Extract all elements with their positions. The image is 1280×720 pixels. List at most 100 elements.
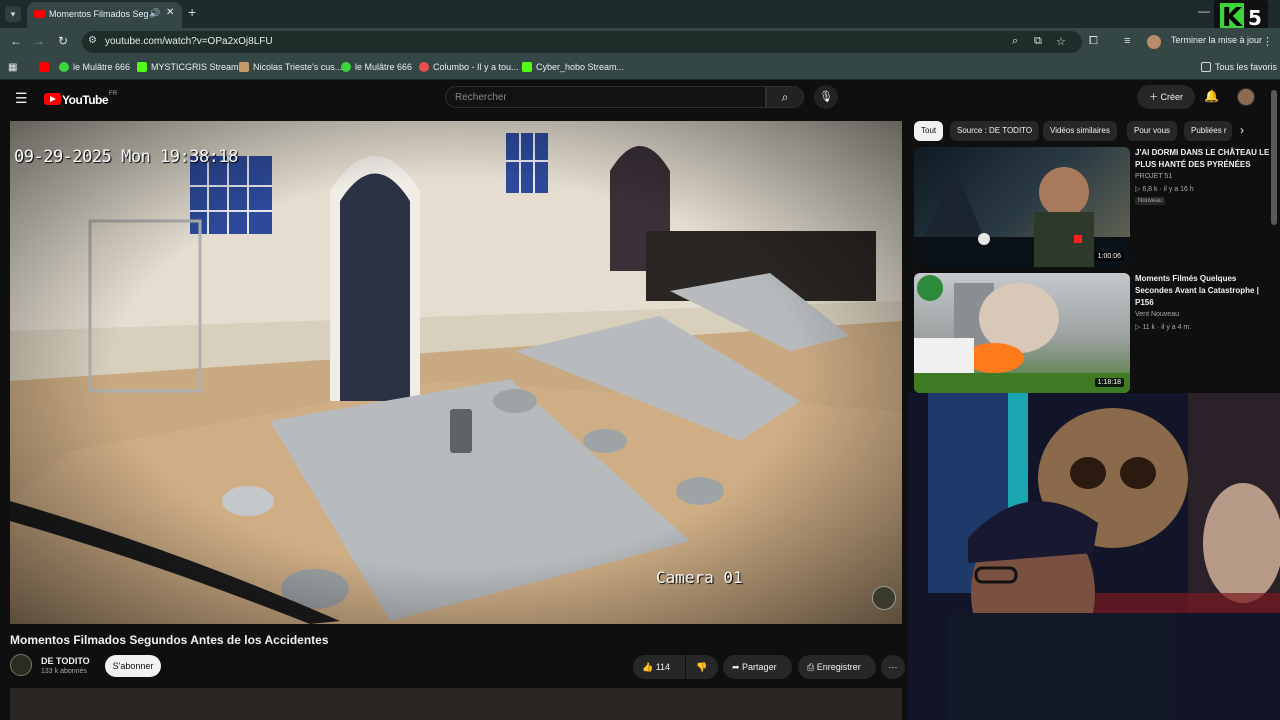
zoom-icon[interactable]: ⌕ [1012, 35, 1018, 48]
site-info-icon[interactable]: ⚙ [88, 35, 97, 46]
browser-profile-avatar[interactable] [1147, 35, 1161, 49]
chip-source[interactable]: Source : DE TODITO [950, 121, 1040, 141]
video-title: Momentos Filmados Segundos Antes de los … [10, 633, 329, 647]
green-play-icon [341, 62, 351, 72]
like-count: 114 [655, 662, 671, 672]
green-play-icon [59, 62, 69, 72]
voice-search-button[interactable]: 🎙 [814, 85, 838, 109]
bookmark-item[interactable]: Nicolas Trieste's cus... [239, 62, 342, 72]
kick-icon [137, 62, 147, 72]
search-input[interactable]: Rechercher [445, 86, 766, 108]
extensions-icon[interactable]: ⧠ [1089, 35, 1098, 48]
browser-tab-active[interactable]: Momentos Filmados Segun 🔊 ✕ [27, 2, 182, 28]
bookmark-item[interactable]: Cyber_hobo Stream... [522, 62, 624, 72]
country-code: FR [109, 91, 118, 97]
close-tab-icon[interactable]: ✕ [166, 7, 174, 18]
create-button[interactable]: ＋ Créer [1137, 85, 1195, 109]
browser-tab-bar: ▾ Momentos Filmados Segun 🔊 ✕ + — [0, 0, 1280, 28]
kick-logo-number: 5 [1248, 6, 1262, 30]
youtube-play-icon [44, 93, 61, 105]
bookmarks-bar: ▦ le Mulâtre 666 MYSTICGRIS Stream... Ni… [0, 55, 1280, 80]
bookmark-item[interactable]: le Mulâtre 666 [59, 62, 130, 72]
apps-grid-icon[interactable]: ▦ [8, 62, 17, 73]
browser-menu-icon[interactable]: ⋮ [1262, 35, 1273, 48]
cctv-timestamp: 09-29-2025 Mon 19:38:18 [14, 147, 238, 167]
search-button[interactable]: ⌕ [766, 86, 804, 108]
bookmark-item[interactable]: MYSTICGRIS Stream... [137, 62, 246, 72]
chip-for-you[interactable]: Pour vous [1127, 121, 1178, 141]
kick-icon [522, 62, 532, 72]
audio-playing-icon[interactable]: 🔊 [149, 8, 160, 19]
save-button[interactable]: ⎙ Enregistrer [798, 655, 876, 679]
chevron-right-icon[interactable]: › [1240, 123, 1244, 137]
bookmark-youtube[interactable] [39, 62, 53, 72]
youtube-favicon-icon [34, 10, 45, 18]
like-button[interactable]: 👍 114 [633, 655, 685, 679]
recommendation-thumbnail[interactable]: 1:00:06 [914, 147, 1130, 267]
bookmark-label: le Mulâtre 666 [355, 62, 413, 72]
minimize-window-icon[interactable]: — [1198, 4, 1210, 18]
search-icon: ⌕ [781, 90, 789, 104]
youtube-logo[interactable]: YouTubeFR [44, 91, 117, 109]
reload-icon[interactable]: ↻ [58, 34, 68, 48]
folder-icon [1201, 62, 1211, 72]
cctv-frame-image [10, 121, 902, 624]
chip-all[interactable]: Tout [914, 121, 944, 141]
share-arrow-icon: ➦ [732, 662, 743, 672]
share-label: Partager [742, 662, 777, 672]
chip-published[interactable]: Publiées r [1184, 121, 1232, 141]
all-bookmarks-folder[interactable]: Tous les favoris [1201, 62, 1277, 72]
share-button[interactable]: ➦ Partager [723, 655, 792, 679]
notifications-bell-icon[interactable]: 🔔 [1204, 89, 1219, 103]
columbo-icon [419, 62, 429, 72]
address-bar[interactable]: ⚙ youtube.com/watch?v=OPa2xOj8LFU ⌕ ⧉ ☆ [82, 31, 1082, 53]
bookmark-star-icon[interactable]: ☆ [1056, 35, 1066, 48]
url-text: youtube.com/watch?v=OPa2xOj8LFU [105, 36, 273, 47]
bookmark-item[interactable]: Columbo - Il y a tou... [419, 62, 519, 72]
microphone-icon: 🎙 [819, 91, 833, 103]
recommendation-channel[interactable]: Vent Nouveau [1135, 311, 1179, 318]
camera-label: Camera 01 [656, 568, 743, 587]
cast-icon[interactable]: ⧉ [1034, 35, 1042, 48]
dislike-button[interactable]: 👎 [686, 655, 718, 679]
browser-toolbar: ← → ↻ ⚙ youtube.com/watch?v=OPa2xOj8LFU … [0, 28, 1280, 55]
reading-list-icon[interactable]: ≡ [1124, 35, 1130, 47]
recommendation-thumbnail[interactable]: 1:18:18 [914, 273, 1130, 393]
bookmark-label: MYSTICGRIS Stream... [151, 62, 247, 72]
recommendation-title[interactable]: J'AI DORMI DANS LE CHÂTEAU LE PLUS HANTÉ… [1135, 147, 1270, 171]
recommendation-channel[interactable]: PROJET 51 [1135, 173, 1172, 180]
channel-name[interactable]: DE TODITO [41, 656, 90, 666]
youtube-header: ☰ YouTubeFR Rechercher ⌕ 🎙 ＋ Créer 🔔 [0, 81, 1280, 115]
video-player[interactable]: 09-29-2025 Mon 19:38:18 Camera 01 [10, 121, 902, 624]
search-placeholder: Rechercher [455, 92, 507, 103]
bookmark-label: Nicolas Trieste's cus... [253, 62, 343, 72]
tab-search-button[interactable]: ▾ [5, 6, 21, 22]
bookmark-item[interactable]: le Mulâtre 666 [341, 62, 412, 72]
thumbnail-image [914, 167, 1130, 267]
forward-arrow-icon[interactable]: → [33, 34, 45, 48]
thumbs-down-icon: 👎 [696, 662, 708, 672]
update-browser-button[interactable]: Terminer la mise à jour [1171, 35, 1262, 45]
webcam-overlay [908, 393, 1280, 720]
youtube-account-avatar[interactable] [1237, 88, 1255, 106]
thumbs-up-icon: 👍 [642, 662, 656, 672]
thumbnail-image [914, 275, 1130, 393]
page-scrollbar[interactable] [1271, 90, 1277, 225]
all-bookmarks-label: Tous les favoris [1215, 62, 1278, 72]
channel-watermark-logo [872, 586, 896, 610]
youtube-icon [39, 62, 49, 72]
new-tab-button[interactable]: + [188, 4, 196, 20]
plus-icon: ＋ [1148, 92, 1161, 102]
subscribe-button[interactable]: S'abonner [105, 655, 161, 677]
more-actions-button[interactable]: ⋯ [881, 655, 905, 679]
bookmark-label: le Mulâtre 666 [73, 62, 131, 72]
video-duration: 1:18:18 [1094, 378, 1124, 387]
hamburger-menu-icon[interactable]: ☰ [15, 90, 28, 107]
back-arrow-icon[interactable]: ← [10, 34, 22, 48]
goat-icon [239, 62, 249, 72]
chip-similar[interactable]: Vidéos similaires [1043, 121, 1117, 141]
recommendation-meta: ▷ 11 k · il y a 4 m. [1135, 324, 1192, 331]
recommendation-title[interactable]: Moments Filmés Quelques Secondes Avant l… [1135, 273, 1270, 309]
create-label: Créer [1160, 92, 1184, 102]
channel-avatar[interactable] [10, 654, 32, 676]
